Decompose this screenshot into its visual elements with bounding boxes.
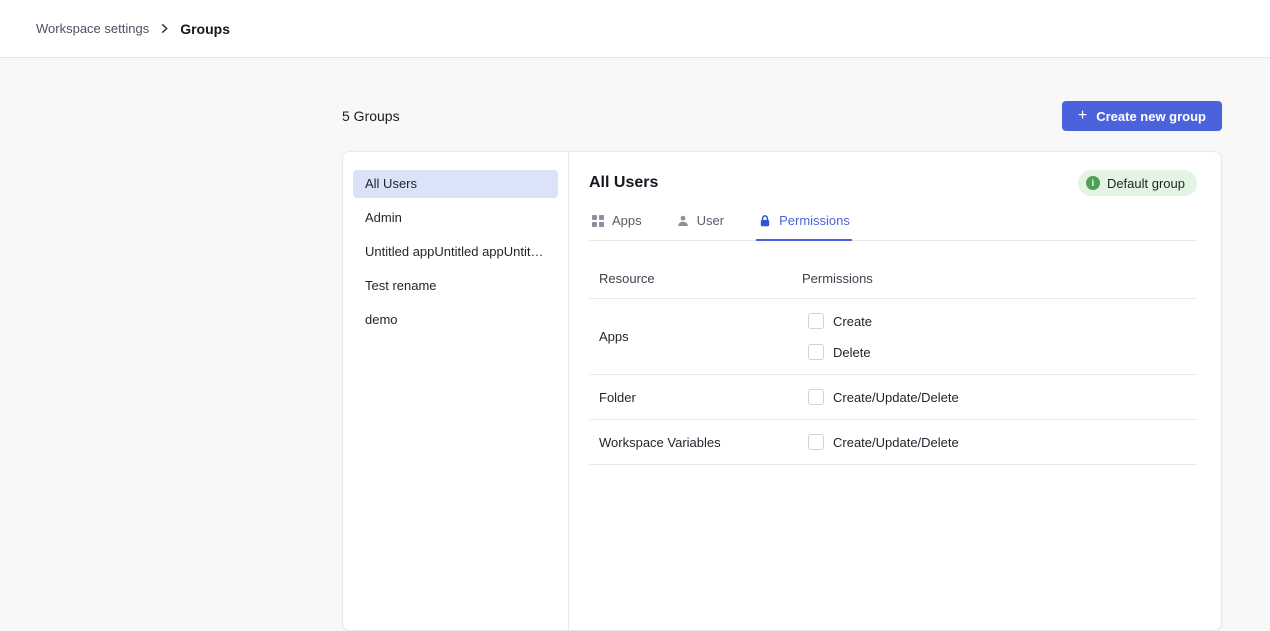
tab-apps-label: Apps [612,213,642,228]
apps-grid-icon [591,214,605,228]
create-checkbox[interactable] [808,313,824,329]
resource-label: Folder [599,390,802,405]
content-area: 5 Groups + Create new group All Users Ad… [0,58,1270,631]
permission-options: Create Delete [802,313,872,360]
permission-option-delete: Delete [808,344,872,360]
delete-checkbox[interactable] [808,344,824,360]
group-list-item-all-users[interactable]: All Users [353,170,558,198]
lock-icon [758,214,772,228]
group-detail-panel: All Users i Default group Apps [569,152,1221,630]
group-list-item-admin[interactable]: Admin [353,204,558,232]
permission-label: Delete [833,345,871,360]
resource-label: Workspace Variables [599,435,802,450]
groups-card: All Users Admin Untitled appUntitled app… [342,151,1222,631]
create-new-group-label: Create new group [1096,109,1206,124]
tab-apps[interactable]: Apps [589,208,644,241]
user-icon [676,214,690,228]
group-title: All Users [589,174,658,192]
permission-options: Create/Update/Delete [802,389,959,405]
breadcrumb-workspace-settings[interactable]: Workspace settings [36,21,149,36]
permissions-column-header: Permissions [802,271,873,286]
permissions-table: Resource Permissions Apps Create Delete [589,241,1197,465]
plus-icon: + [1078,108,1087,124]
default-group-badge: i Default group [1078,170,1197,196]
default-group-badge-label: Default group [1107,176,1185,191]
create-new-group-button[interactable]: + Create new group [1062,101,1222,131]
group-detail-header: All Users i Default group [589,170,1197,196]
permission-label: Create/Update/Delete [833,435,959,450]
resource-column-header: Resource [599,271,802,286]
top-header: Workspace settings Groups [0,0,1270,58]
table-row-apps: Apps Create Delete [589,299,1197,375]
breadcrumb-current-page: Groups [180,21,230,37]
create-update-delete-checkbox[interactable] [808,389,824,405]
resource-label: Apps [599,329,802,344]
table-row-workspace-variables: Workspace Variables Create/Update/Delete [589,420,1197,465]
permission-label: Create [833,314,872,329]
table-row-folder: Folder Create/Update/Delete [589,375,1197,420]
group-list-item-demo[interactable]: demo [353,306,558,334]
tab-user[interactable]: User [674,208,726,241]
permission-option-create: Create [808,313,872,329]
permission-options: Create/Update/Delete [802,434,959,450]
permission-option-cud: Create/Update/Delete [808,434,959,450]
permission-option-cud: Create/Update/Delete [808,389,959,405]
breadcrumb: Workspace settings Groups [36,21,230,37]
tab-user-label: User [697,213,724,228]
info-icon: i [1086,176,1100,190]
permissions-table-header: Resource Permissions [589,241,1197,299]
groups-count: 5 Groups [342,108,400,124]
tab-bar: Apps User Permissions [589,208,1197,241]
tab-permissions-label: Permissions [779,213,850,228]
groups-toolbar: 5 Groups + Create new group [342,101,1222,131]
permission-label: Create/Update/Delete [833,390,959,405]
tab-permissions[interactable]: Permissions [756,208,852,241]
group-list: All Users Admin Untitled appUntitled app… [343,152,569,630]
group-list-item-untitled[interactable]: Untitled appUntitled appUntitle… [353,238,558,266]
chevron-right-icon [159,23,170,34]
group-list-item-test-rename[interactable]: Test rename [353,272,558,300]
create-update-delete-checkbox[interactable] [808,434,824,450]
